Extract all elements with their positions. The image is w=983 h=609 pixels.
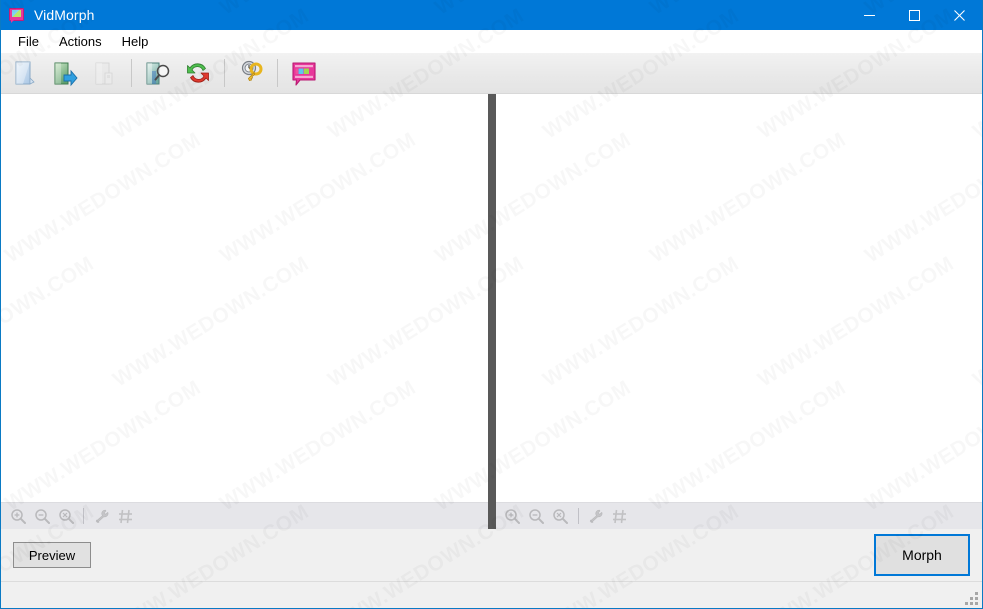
menu-bar: File Actions Help	[1, 30, 982, 53]
zoom-out-icon	[529, 508, 544, 524]
preview-button[interactable]	[138, 55, 178, 91]
grid-icon	[118, 509, 132, 523]
toolbar-separator	[224, 59, 225, 87]
menu-item-help[interactable]: Help	[113, 32, 158, 51]
wrench-tool-button[interactable]	[584, 505, 608, 527]
pane-splitter[interactable]	[487, 94, 496, 529]
folder-magnifier-icon	[146, 62, 170, 85]
zoom-out-button[interactable]	[525, 505, 549, 527]
new-document-icon	[15, 61, 35, 85]
target-pane-toolbar	[495, 502, 982, 529]
key-clock-icon	[241, 60, 263, 81]
preview-action-button[interactable]: Preview	[13, 542, 91, 568]
wrench-icon	[589, 509, 603, 523]
grid-toggle-button[interactable]	[113, 505, 137, 527]
menu-item-actions[interactable]: Actions	[50, 32, 111, 51]
new-document-button[interactable]	[5, 55, 45, 91]
open-folder-button[interactable]	[45, 55, 85, 91]
zoom-out-icon	[34, 508, 50, 524]
status-bar	[1, 581, 982, 608]
zoom-in-button[interactable]	[501, 505, 525, 527]
zoom-reset-icon	[553, 508, 568, 524]
morph-action-button[interactable]: Morph	[874, 534, 970, 576]
open-folder-icon	[54, 62, 78, 87]
save-folder-icon	[95, 62, 113, 85]
window-controls	[847, 0, 982, 30]
action-bar: Preview Morph	[1, 529, 982, 581]
wrench-icon	[95, 509, 108, 523]
toolbar-separator	[131, 59, 132, 87]
editor-split-area	[1, 94, 982, 529]
main-toolbar	[1, 53, 982, 94]
refresh-button[interactable]	[178, 55, 218, 91]
zoom-reset-icon	[58, 508, 74, 524]
zoom-in-icon	[10, 508, 26, 524]
pane-toolbar-separator	[83, 508, 84, 524]
filmstrip-bubble-icon	[292, 62, 316, 86]
wrench-tool-button[interactable]	[89, 505, 113, 527]
morph-tool-button[interactable]	[284, 55, 324, 91]
settings-key-button[interactable]	[231, 55, 271, 91]
grid-icon	[613, 509, 626, 523]
maximize-icon[interactable]	[892, 0, 937, 30]
title-bar: VidMorph	[1, 0, 982, 30]
app-filmstrip-icon	[9, 7, 25, 23]
window-title: VidMorph	[34, 7, 95, 23]
target-pane	[495, 94, 982, 529]
source-pane-toolbar	[1, 502, 488, 529]
source-pane	[1, 94, 488, 529]
toolbar-separator	[277, 59, 278, 87]
zoom-reset-button[interactable]	[54, 505, 78, 527]
menu-item-file[interactable]: File	[9, 32, 48, 51]
app-window: VidMorph File Actions Help Preview Morph	[0, 0, 983, 609]
zoom-in-button[interactable]	[6, 505, 30, 527]
grid-toggle-button[interactable]	[608, 505, 632, 527]
save-button[interactable]	[85, 55, 125, 91]
refresh-arrows-icon	[187, 63, 209, 83]
source-canvas[interactable]	[1, 94, 488, 502]
pane-toolbar-separator	[577, 508, 579, 524]
close-icon[interactable]	[937, 0, 982, 30]
target-canvas[interactable]	[495, 94, 982, 502]
zoom-out-button[interactable]	[30, 505, 54, 527]
zoom-in-icon	[505, 508, 520, 524]
zoom-reset-button[interactable]	[549, 505, 573, 527]
minimize-icon[interactable]	[847, 0, 892, 30]
resize-grip-icon[interactable]	[965, 592, 978, 605]
